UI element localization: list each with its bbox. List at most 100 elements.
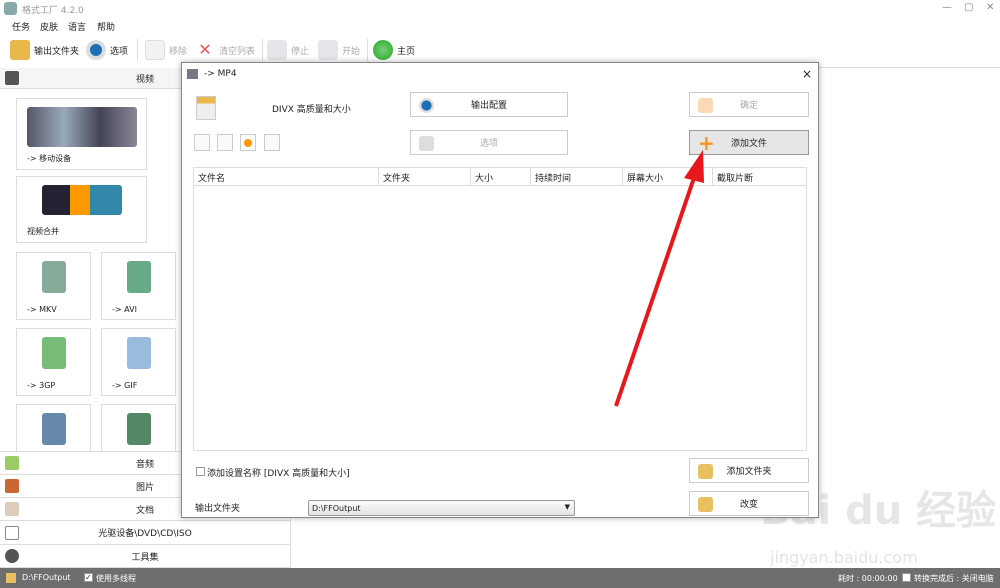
column-header-filename[interactable]: 文件名 xyxy=(194,168,379,186)
column-header-clip[interactable]: 截取片断 xyxy=(713,168,807,186)
tile-label: -> MKV xyxy=(27,305,57,314)
tile-label: -> AVI xyxy=(112,305,137,314)
convert-dialog: -> MP4 × DIVX 高质量和大小 输出配置 确定 选项 + 添加文件 文件… xyxy=(181,62,819,518)
button-label: 添加文件 xyxy=(730,139,767,149)
film-icon xyxy=(419,136,434,151)
mpeg-icon xyxy=(41,413,66,445)
options-button[interactable]: 选项 xyxy=(410,130,568,155)
tile-vob[interactable] xyxy=(101,404,176,452)
button-label: 确定 xyxy=(739,101,758,111)
after-convert-checkbox[interactable] xyxy=(902,573,911,582)
stop-icon xyxy=(267,40,287,60)
button-label: 输出配置 xyxy=(470,101,507,111)
output-folder-select[interactable]: D:\FFOutput ▼ xyxy=(308,500,575,516)
category-disc[interactable]: 光驱设备\DVD\CD\ISO xyxy=(0,521,290,545)
mobile-devices-icon xyxy=(26,107,137,147)
options-button[interactable]: 选项 xyxy=(86,38,128,62)
remove-button[interactable]: 移除 xyxy=(145,38,187,62)
dialog-title: -> MP4 xyxy=(204,69,237,79)
dropdown-arrow-icon: ▼ xyxy=(564,503,570,511)
close-button[interactable]: ✕ xyxy=(986,2,994,13)
change-button[interactable]: 改变 xyxy=(689,491,809,516)
tile-label: -> GIF xyxy=(112,381,138,390)
menu-skin[interactable]: 皮肤 xyxy=(40,20,58,33)
status-output-path[interactable]: D:\FFOutput xyxy=(22,573,71,582)
gif-icon xyxy=(126,337,151,369)
menu-task[interactable]: 任务 xyxy=(12,20,30,33)
button-label: 改变 xyxy=(739,500,758,510)
column-header-folder[interactable]: 文件夹 xyxy=(379,168,471,186)
column-header-duration[interactable]: 持续时间 xyxy=(531,168,623,186)
output-folder-value: D:\FFOutput xyxy=(312,504,361,513)
elapsed-time: 耗时 : 00:00:00 xyxy=(838,574,898,583)
clear-icon: ✕ xyxy=(198,40,212,59)
after-convert-label: 转换完成后 : 关闭电脑 xyxy=(914,574,994,583)
add-folder-button[interactable]: 添加文件夹 xyxy=(689,458,809,483)
button-label: 添加文件夹 xyxy=(726,467,772,477)
add-file-button[interactable]: + 添加文件 xyxy=(689,130,809,155)
arrow-right-icon xyxy=(698,98,713,113)
mkv-icon xyxy=(41,261,66,293)
clear-list-label: 清空列表 xyxy=(219,46,256,57)
start-label: 开始 xyxy=(342,46,361,57)
tile-gif[interactable]: -> GIF xyxy=(101,328,176,396)
options-label: 选项 xyxy=(110,46,129,57)
watermark-url: jingyan.baidu.com xyxy=(770,548,918,567)
tile-label: -> 3GP xyxy=(27,381,56,390)
ok-button[interactable]: 确定 xyxy=(689,92,809,117)
home-label: 主页 xyxy=(397,46,416,57)
menu-language[interactable]: 语言 xyxy=(68,20,86,33)
file-info-button[interactable] xyxy=(194,134,210,151)
folder-icon xyxy=(698,497,713,512)
remove-icon xyxy=(145,40,165,60)
tile-3gp[interactable]: -> 3GP xyxy=(16,328,91,396)
toolbar: 输出文件夹 选项 移除 ✕ 清空列表 停止 开始 主页 xyxy=(0,35,1000,65)
multithread-label: 使用多线程 xyxy=(96,574,136,583)
home-button[interactable]: 主页 xyxy=(373,38,415,62)
play-icon xyxy=(244,139,252,147)
tile-merge[interactable]: 视频合并 xyxy=(16,176,147,243)
plus-icon: + xyxy=(698,131,715,155)
button-label: 选项 xyxy=(479,139,498,149)
tile-mpeg[interactable] xyxy=(16,404,91,452)
maximize-button[interactable]: ▢ xyxy=(964,2,973,13)
tile-avi[interactable]: -> AVI xyxy=(101,252,176,320)
gear-icon xyxy=(419,98,434,113)
dialog-close-button[interactable]: × xyxy=(802,67,812,81)
dialog-icon xyxy=(187,69,198,79)
column-header-screen-size[interactable]: 屏幕大小 xyxy=(623,168,713,186)
media-info-button[interactable] xyxy=(264,134,280,151)
output-folder-button[interactable]: 输出文件夹 xyxy=(10,38,79,62)
remove-file-button[interactable] xyxy=(217,134,233,151)
profile-name: DIVX 高质量和大小 xyxy=(272,105,351,115)
add-setting-name-checkbox[interactable] xyxy=(196,467,205,476)
merge-icon xyxy=(41,185,122,215)
app-icon xyxy=(4,2,17,15)
3gp-icon xyxy=(41,337,66,369)
mp4-icon xyxy=(196,96,216,120)
gear-icon xyxy=(86,40,106,60)
vob-icon xyxy=(126,413,151,445)
start-button[interactable]: 开始 xyxy=(318,38,360,62)
minimize-button[interactable]: — xyxy=(942,2,952,13)
tile-label: -> 移动设备 xyxy=(27,154,72,163)
folder-add-icon xyxy=(698,464,713,479)
add-setting-name-label: 添加设置名称 [DIVX 高质量和大小] xyxy=(207,469,350,479)
play-button[interactable] xyxy=(240,134,256,151)
category-tools[interactable]: 工具集 xyxy=(0,545,290,568)
stop-label: 停止 xyxy=(291,46,310,57)
avi-icon xyxy=(126,261,151,293)
app-title: 格式工厂 4.2.0 xyxy=(22,6,84,16)
stop-button[interactable]: 停止 xyxy=(267,38,309,62)
tile-label: 视频合并 xyxy=(27,227,59,236)
folder-icon xyxy=(6,573,16,583)
column-header-size[interactable]: 大小 xyxy=(471,168,531,186)
multithread-checkbox[interactable]: ✓ xyxy=(84,573,93,582)
menu-help[interactable]: 帮助 xyxy=(97,20,115,33)
remove-label: 移除 xyxy=(169,46,188,57)
output-config-button[interactable]: 输出配置 xyxy=(410,92,568,117)
clear-list-button[interactable]: ✕ 清空列表 xyxy=(195,38,255,62)
tile-mobile[interactable]: -> 移动设备 xyxy=(16,98,147,170)
file-table[interactable]: 文件名 文件夹 大小 持续时间 屏幕大小 截取片断 xyxy=(193,167,807,451)
tile-mkv[interactable]: -> MKV xyxy=(16,252,91,320)
